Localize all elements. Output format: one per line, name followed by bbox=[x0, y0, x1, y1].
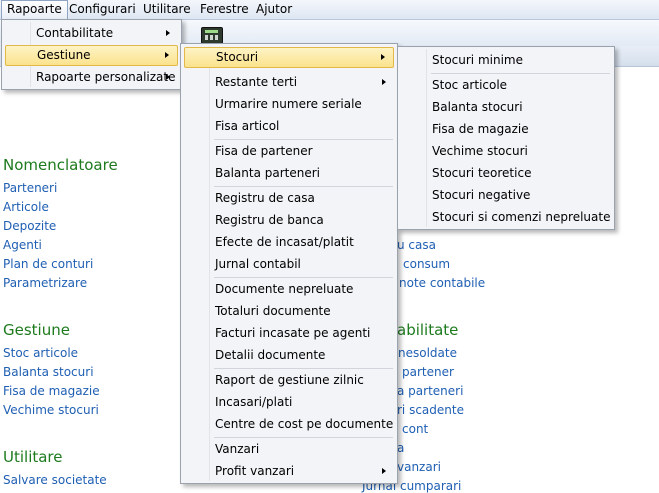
link-vechime-stocuri[interactable]: Vechime stocuri bbox=[3, 403, 99, 417]
calculator-icon[interactable] bbox=[201, 27, 223, 44]
menu-ferestre[interactable]: Ferestre bbox=[195, 0, 254, 19]
menu-rapoarte[interactable]: Rapoarte bbox=[1, 0, 68, 19]
menu-separator bbox=[214, 139, 393, 140]
menu-item-incasari-plati[interactable]: Incasari/plati bbox=[184, 392, 394, 413]
menu-item-label: Rapoarte personalizate bbox=[36, 70, 176, 84]
section-title-nomenclatoare: Nomenclatoare bbox=[3, 156, 118, 174]
link-depozite[interactable]: Depozite bbox=[3, 219, 56, 233]
submenu-arrow-icon bbox=[165, 52, 169, 58]
menu-item-registru-de-casa[interactable]: Registru de casa bbox=[184, 188, 394, 209]
submenu-arrow-icon bbox=[382, 79, 386, 85]
menu-item-registru-de-banca[interactable]: Registru de banca bbox=[184, 210, 394, 231]
menu-separator bbox=[214, 186, 393, 187]
link-stoc-articole[interactable]: Stoc articole bbox=[3, 346, 78, 360]
link-facturi-nesoldate[interactable]: nesoldate bbox=[398, 346, 457, 360]
menu-separator bbox=[214, 368, 393, 369]
menu-item-stocuri-minime[interactable]: Stocuri minime bbox=[401, 50, 611, 71]
menu-item-fisa-articol[interactable]: Fisa articol bbox=[184, 116, 394, 137]
section-title-gestiune: Gestiune bbox=[3, 321, 70, 339]
menu-item-detalii-documente[interactable]: Detalii documente bbox=[184, 345, 394, 366]
link-articole[interactable]: Articole bbox=[3, 200, 49, 214]
menu-separator bbox=[214, 437, 393, 438]
menu-item-label: Stocuri bbox=[216, 50, 259, 64]
link-bonuri-consum[interactable]: consum bbox=[403, 257, 450, 271]
menu-bar: Rapoarte Configurari Utilitare Ferestre … bbox=[0, 0, 659, 20]
menu-item-stoc-articole[interactable]: Stoc articole bbox=[401, 75, 611, 96]
menu-item-stocuri-si-comenzi-nepreluate[interactable]: Stocuri si comenzi nepreluate bbox=[401, 207, 611, 228]
link-balanta[interactable]: a bbox=[397, 441, 404, 455]
menu-item-vanzari[interactable]: Vanzari bbox=[184, 439, 394, 460]
section-title-utilitare: Utilitare bbox=[3, 448, 63, 466]
menu-item-stocuri-negative[interactable]: Stocuri negative bbox=[401, 185, 611, 206]
menu-item-vechime-stocuri[interactable]: Vechime stocuri bbox=[401, 141, 611, 162]
menu-item-balanta-parteneri[interactable]: Balanta parteneri bbox=[184, 163, 394, 184]
link-balanta-parteneri[interactable]: a parteneri bbox=[397, 384, 463, 398]
menu-item-stocuri-teoretice[interactable]: Stocuri teoretice bbox=[401, 163, 611, 184]
section-title-contabilitate: abilitate bbox=[397, 321, 459, 339]
submenu-arrow-icon bbox=[382, 468, 386, 474]
link-fisa-cont[interactable]: cont bbox=[402, 422, 428, 436]
menu-item-restante-terti[interactable]: Restante terti bbox=[184, 72, 394, 93]
menu-item-jurnal-contabil[interactable]: Jurnal contabil bbox=[184, 254, 394, 275]
menu-item-raport-de-gestiune-zilnic[interactable]: Raport de gestiune zilnic bbox=[184, 370, 394, 391]
menu-separator bbox=[431, 73, 610, 74]
link-plan-de-conturi[interactable]: Plan de conturi bbox=[3, 257, 93, 271]
menu-item-stocuri[interactable]: Stocuri bbox=[184, 47, 394, 68]
menu-item-balanta-stocuri[interactable]: Balanta stocuri bbox=[401, 97, 611, 118]
link-registru-casa[interactable]: u casa bbox=[397, 238, 436, 252]
menu-configurari[interactable]: Configurari bbox=[64, 0, 141, 19]
link-agenti[interactable]: Agenti bbox=[3, 238, 42, 252]
menu-item-totaluri-documente[interactable]: Totaluri documente bbox=[184, 301, 394, 322]
menu-item-contabilitate[interactable]: Contabilitate bbox=[5, 23, 178, 44]
menu-item-efecte-de-incasat[interactable]: Efecte de incasat/platit bbox=[184, 232, 394, 253]
stocuri-submenu: Stocuri minime Stoc articole Balanta sto… bbox=[397, 46, 615, 230]
menu-ajutor[interactable]: Ajutor bbox=[251, 0, 297, 19]
menu-item-centre-de-cost[interactable]: Centre de cost pe documente bbox=[184, 414, 394, 435]
menu-item-fisa-de-magazie[interactable]: Fisa de magazie bbox=[401, 119, 611, 140]
link-balanta-stocuri[interactable]: Balanta stocuri bbox=[3, 365, 94, 379]
menu-item-profit-vanzari[interactable]: Profit vanzari bbox=[184, 461, 394, 482]
submenu-arrow-icon bbox=[381, 54, 385, 60]
menu-utilitare[interactable]: Utilitare bbox=[138, 0, 196, 19]
menu-item-fisa-de-partener[interactable]: Fisa de partener bbox=[184, 141, 394, 162]
link-parametrizare[interactable]: Parametrizare bbox=[3, 276, 87, 290]
link-fisa-de-magazie[interactable]: Fisa de magazie bbox=[3, 384, 100, 398]
menu-item-label: Profit vanzari bbox=[215, 464, 295, 478]
menu-item-label: Restante terti bbox=[215, 75, 298, 89]
rapoarte-dropdown: Contabilitate Gestiune Rapoarte personal… bbox=[1, 19, 182, 90]
menu-item-documente-nepreluate[interactable]: Documente nepreluate bbox=[184, 279, 394, 300]
menu-item-facturi-incasate-pe-agenti[interactable]: Facturi incasate pe agenti bbox=[184, 323, 394, 344]
gestiune-submenu: Stocuri Restante terti Urmarire numere s… bbox=[180, 43, 398, 484]
menu-item-label: Gestiune bbox=[37, 48, 91, 62]
link-note-contabile[interactable]: note contabile bbox=[399, 276, 485, 290]
submenu-arrow-icon bbox=[166, 74, 170, 80]
submenu-arrow-icon bbox=[166, 30, 170, 36]
menu-item-gestiune[interactable]: Gestiune bbox=[5, 45, 178, 66]
link-parteneri[interactable]: Parteneri bbox=[3, 181, 57, 195]
link-salvare-societate[interactable]: Salvare societate bbox=[3, 473, 107, 487]
menu-item-rapoarte-personalizate[interactable]: Rapoarte personalizate bbox=[5, 67, 178, 88]
menu-separator bbox=[214, 277, 393, 278]
menu-item-urmarire-numere-seriale[interactable]: Urmarire numere seriale bbox=[184, 94, 394, 115]
link-facturi-scadente[interactable]: ri scadente bbox=[397, 403, 464, 417]
menu-item-label: Contabilitate bbox=[36, 26, 114, 40]
link-fisa-partener[interactable]: partener bbox=[402, 365, 454, 379]
link-jurnal-vanzari[interactable]: vanzari bbox=[397, 460, 441, 474]
